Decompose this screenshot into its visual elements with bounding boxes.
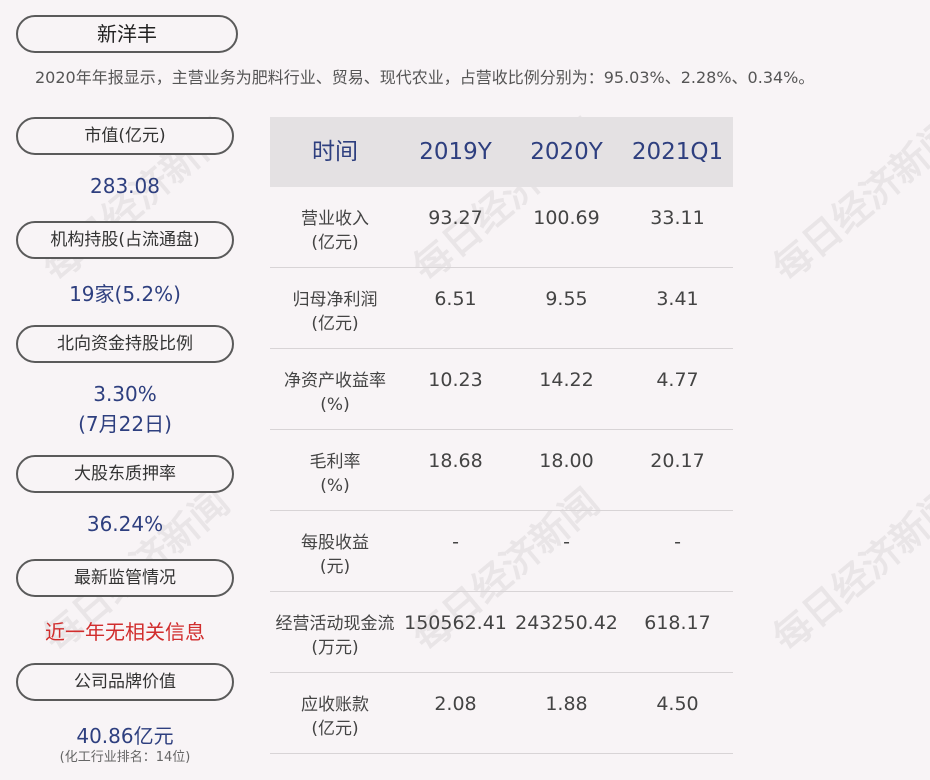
cell-value: 3.41 — [656, 288, 699, 310]
table-header: 时间 2019Y 2020Y 2021Q1 — [270, 117, 733, 187]
row-label: 应收账款 (亿元) — [301, 695, 369, 739]
table-row: 应收账款 (亿元) 2.08 1.88 4.50 — [270, 673, 733, 754]
header-2019y: 2019Y — [419, 139, 492, 165]
row-label: 净资产收益率 (%) — [284, 371, 386, 415]
cell-value: 1.88 — [545, 693, 588, 715]
pledge-ratio-value: 36.24% — [86, 512, 164, 536]
cell-value: 4.50 — [656, 693, 699, 715]
row-label: 经营活动现金流 (万元) — [275, 614, 395, 658]
table-row: 净资产收益率 (%) 10.23 14.22 4.77 — [270, 349, 733, 430]
watermark-text: 每日经济新闻 — [764, 480, 930, 661]
business-summary: 2020年年报显示，主营业务为肥料行业、贸易、现代农业，占营收比例分别为：95.… — [35, 68, 815, 87]
row-label: 每股收益 (元) — [301, 533, 369, 577]
cell-value: 18.00 — [539, 450, 594, 472]
row-label: 营业收入 (亿元) — [301, 209, 369, 253]
cell-value: 100.69 — [533, 207, 600, 229]
table-row: 归母净利润 (亿元) 6.51 9.55 3.41 — [270, 268, 733, 349]
market-cap-value: 283.08 — [90, 174, 160, 198]
cell-value: 150562.41 — [404, 612, 507, 634]
institutional-holdings-label: 机构持股(占流通盘) — [16, 221, 234, 259]
table-row: 毛利率 (%) 18.68 18.00 20.17 — [270, 430, 733, 511]
header-2021q1: 2021Q1 — [631, 139, 724, 165]
cell-value: 618.17 — [644, 612, 711, 634]
cell-value: - — [452, 531, 459, 553]
brand-value-label: 公司品牌价值 — [16, 663, 234, 701]
header-time: 时间 — [312, 139, 358, 165]
regulatory-status-label: 最新监管情况 — [16, 559, 234, 597]
brand-value-value: 40.86亿元 — [76, 724, 174, 748]
institutional-holdings-value: 19家(5.2%) — [69, 282, 181, 306]
table-row: 每股收益 (元) - - - — [270, 511, 733, 592]
cell-value: - — [563, 531, 570, 553]
cell-value: - — [674, 531, 681, 553]
company-name: 新洋丰 — [16, 15, 238, 53]
northbound-ratio-value: 3.30% — [93, 382, 157, 406]
regulatory-status-value: 近一年无相关信息 — [45, 620, 205, 644]
table-row: 经营活动现金流 (万元) 150562.41 243250.42 618.17 — [270, 592, 733, 673]
watermark-text: 每日经济新闻 — [764, 110, 930, 291]
northbound-ratio-label: 北向资金持股比例 — [16, 325, 234, 363]
cell-value: 243250.42 — [515, 612, 618, 634]
cell-value: 20.17 — [650, 450, 705, 472]
financial-table: 时间 2019Y 2020Y 2021Q1 营业收入 (亿元) 93.27 100… — [270, 117, 733, 754]
cell-value: 10.23 — [428, 369, 483, 391]
row-label: 毛利率 (%) — [309, 452, 361, 496]
table-row: 营业收入 (亿元) 93.27 100.69 33.11 — [270, 187, 733, 268]
cell-value: 18.68 — [428, 450, 483, 472]
brand-value-rank-note: (化工行业排名：14位) — [59, 750, 191, 765]
cell-value: 2.08 — [434, 693, 477, 715]
cell-value: 6.51 — [434, 288, 477, 310]
cell-value: 9.55 — [545, 288, 588, 310]
row-label: 归母净利润 (亿元) — [292, 290, 378, 334]
cell-value: 14.22 — [539, 369, 594, 391]
northbound-ratio-date: (7月22日) — [78, 412, 172, 436]
pledge-ratio-label: 大股东质押率 — [16, 455, 234, 493]
header-2020y: 2020Y — [530, 139, 603, 165]
market-cap-label: 市值(亿元) — [16, 117, 234, 155]
cell-value: 4.77 — [656, 369, 699, 391]
cell-value: 33.11 — [650, 207, 705, 229]
cell-value: 93.27 — [428, 207, 483, 229]
